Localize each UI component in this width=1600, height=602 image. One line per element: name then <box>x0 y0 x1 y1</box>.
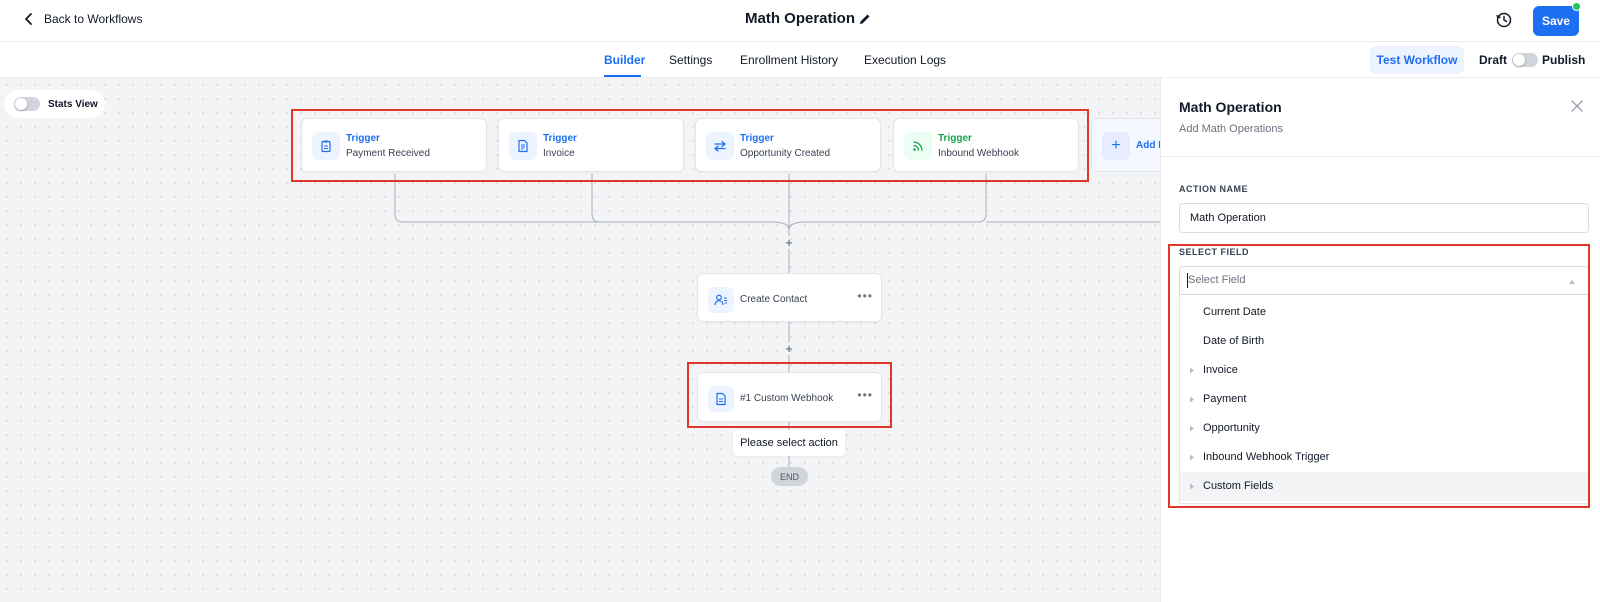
tab-bar: Builder Settings Enrollment History Exec… <box>0 42 1600 78</box>
option-current-date[interactable]: Current Date <box>1180 298 1588 327</box>
action-settings-panel: Math Operation Add Math Operations ACTIO… <box>1160 78 1600 602</box>
action-card-create-contact[interactable]: Create Contact ••• <box>697 273 882 322</box>
panel-divider <box>1161 156 1600 157</box>
back-label: Back to Workflows <box>44 12 143 26</box>
draft-label: Draft <box>1479 53 1508 67</box>
workflow-canvas[interactable]: Stats View Trigger Payment Received Trig… <box>0 78 1160 602</box>
plus-icon: + <box>1102 132 1130 160</box>
select-field-label: SELECT FIELD <box>1179 247 1250 257</box>
test-workflow-button[interactable]: Test Workflow <box>1370 46 1464 74</box>
option-inbound-webhook-trigger[interactable]: Inbound Webhook Trigger <box>1180 443 1588 472</box>
clipboard-icon <box>312 132 340 160</box>
trigger-card-opportunity-created[interactable]: Trigger Opportunity Created <box>695 118 881 172</box>
tab-settings[interactable]: Settings <box>669 53 712 67</box>
option-custom-fields[interactable]: Custom Fields <box>1180 472 1588 501</box>
back-to-workflows-link[interactable]: Back to Workflows <box>22 12 142 26</box>
add-step-plus-icon[interactable]: + <box>782 342 796 356</box>
add-step-plus-icon[interactable]: + <box>782 236 796 250</box>
publish-toggle[interactable] <box>1512 53 1538 67</box>
action-card-custom-webhook[interactable]: #1 Custom Webhook ••• <box>697 372 882 422</box>
close-icon[interactable] <box>1570 99 1584 113</box>
trigger-card-invoice[interactable]: Trigger Invoice <box>498 118 684 172</box>
option-date-of-birth[interactable]: Date of Birth <box>1180 327 1588 356</box>
pencil-icon[interactable] <box>858 12 872 26</box>
chevron-up-icon <box>1569 280 1575 284</box>
workflow-title: Math Operation <box>744 10 855 27</box>
trigger-name: Payment Received <box>346 148 430 159</box>
trigger-kind-label: Trigger <box>740 133 774 144</box>
trigger-card-inbound-webhook[interactable]: Trigger Inbound Webhook <box>893 118 1079 172</box>
tab-builder[interactable]: Builder <box>604 53 645 67</box>
expand-arrow-icon <box>1190 396 1194 403</box>
trigger-kind-label: Trigger <box>938 133 972 144</box>
action-name-label: ACTION NAME <box>1179 184 1248 194</box>
trigger-kind-label: Trigger <box>543 133 577 144</box>
trigger-name: Invoice <box>543 148 575 159</box>
action-label: #1 Custom Webhook <box>740 393 834 404</box>
expand-arrow-icon <box>1190 454 1194 461</box>
panel-subtitle: Add Math Operations <box>1179 123 1283 135</box>
trigger-name: Opportunity Created <box>740 148 831 159</box>
invoice-icon <box>509 132 537 160</box>
action-name-field[interactable]: Math Operation <box>1179 203 1589 233</box>
select-field-options: Current Date Date of Birth Invoice Payme… <box>1179 295 1589 504</box>
save-button[interactable]: Save <box>1533 6 1579 36</box>
active-tab-indicator <box>604 75 641 77</box>
panel-title: Math Operation <box>1179 99 1282 115</box>
expand-arrow-icon <box>1190 367 1194 374</box>
tab-enrollment-history[interactable]: Enrollment History <box>740 53 838 67</box>
select-action-warning: Please select action <box>733 430 845 456</box>
more-options-icon[interactable]: ••• <box>857 290 873 302</box>
tab-execution-logs[interactable]: Execution Logs <box>864 53 946 67</box>
trigger-name: Inbound Webhook <box>938 148 1019 159</box>
swap-arrows-icon <box>706 132 734 160</box>
option-payment[interactable]: Payment <box>1180 385 1588 414</box>
select-field-dropdown[interactable]: Select Field <box>1179 266 1589 295</box>
top-bar: Back to Workflows Math Operation Save <box>0 0 1600 42</box>
publish-label: Publish <box>1542 53 1586 67</box>
trigger-kind-label: Trigger <box>346 133 380 144</box>
add-trigger-card[interactable]: + Add N <box>1091 118 1160 172</box>
history-icon[interactable] <box>1495 11 1513 29</box>
rss-icon <box>904 132 932 160</box>
expand-arrow-icon <box>1190 425 1194 432</box>
expand-arrow-icon <box>1190 483 1194 490</box>
action-label: Create Contact <box>740 294 808 305</box>
document-icon <box>708 386 734 412</box>
user-list-icon <box>708 287 734 313</box>
add-trigger-label: Add N <box>1136 140 1160 151</box>
more-options-icon[interactable]: ••• <box>857 389 873 401</box>
select-field-placeholder: Select Field <box>1188 274 1246 286</box>
chevron-left-icon <box>25 13 32 25</box>
option-opportunity[interactable]: Opportunity <box>1180 414 1588 443</box>
end-marker: END <box>771 467 808 486</box>
trigger-card-payment-received[interactable]: Trigger Payment Received <box>301 118 487 172</box>
text-caret <box>1187 273 1188 288</box>
option-invoice[interactable]: Invoice <box>1180 356 1588 385</box>
status-dot <box>1572 2 1581 11</box>
